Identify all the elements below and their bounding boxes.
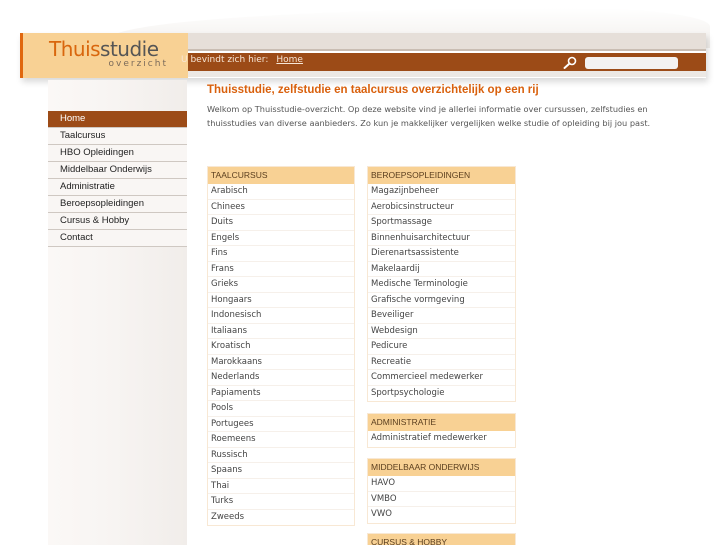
list-item[interactable]: Turks [208, 494, 354, 510]
main-content: Thuisstudie, zelfstudie en taalcursus ov… [207, 84, 677, 130]
intro-text: Welkom op Thuisstudie-overzicht. Op deze… [207, 104, 651, 128]
logo-subtitle: overzicht [108, 59, 168, 69]
list-item[interactable]: Dierenartsassistente [368, 246, 515, 262]
list-item[interactable]: VMBO [368, 492, 515, 507]
list-item[interactable]: Chinees [208, 200, 354, 215]
list-item[interactable]: Hongaars [208, 293, 354, 308]
page-title: Thuisstudie, zelfstudie en taalcursus ov… [207, 84, 539, 96]
sidebar-item-administratie[interactable]: Administratie [48, 179, 187, 196]
page: Thuisstudie overzicht U bevindt zich hie… [0, 0, 727, 545]
list-item[interactable]: Webdesign [368, 324, 515, 339]
list-item[interactable]: Nederlands [208, 370, 354, 386]
sidebar-nav: Home Taalcursus HBO Opleidingen Middelba… [48, 111, 187, 247]
table-middelbaar-onderwijs: MIDDELBAAR ONDERWIJS HAVO VMBO VWO [367, 458, 516, 524]
breadcrumb: U bevindt zich hier: Home [181, 55, 303, 65]
table-cursus-hobby: CURSUS & HOBBY [367, 533, 516, 545]
list-item[interactable]: Kroatisch [208, 339, 354, 355]
logo-part1: Thuis [49, 37, 101, 61]
list-item[interactable]: Fins [208, 246, 354, 262]
table-beroepsopleidingen: BEROEPSOPLEIDINGEN Magazijnbeheer Aerobics… [367, 166, 516, 402]
list-item[interactable]: Pools [208, 401, 354, 417]
list-item[interactable]: Pedicure [368, 339, 515, 355]
list-item[interactable]: Portugees [208, 417, 354, 432]
sidebar-item-taalcursus[interactable]: Taalcursus [48, 128, 187, 145]
list-item[interactable]: Frans [208, 262, 354, 277]
sidebar-item-middelbaar-onderwijs[interactable]: Middelbaar Onderwijs [48, 162, 187, 179]
list-item[interactable]: Medische Terminologie [368, 277, 515, 293]
list-item[interactable]: Grieks [208, 277, 354, 293]
sidebar-item-home[interactable]: Home [48, 111, 187, 128]
list-item[interactable]: Spaans [208, 463, 354, 479]
list-item[interactable]: Administratief medewerker [368, 431, 515, 447]
sidebar-item-hbo-opleidingen[interactable]: HBO Opleidingen [48, 145, 187, 162]
site-logo[interactable]: Thuisstudie overzicht [20, 33, 188, 78]
breadcrumb-label: U bevindt zich hier: [181, 55, 269, 65]
list-item[interactable]: VWO [368, 507, 515, 523]
sidebar-item-contact[interactable]: Contact [48, 230, 187, 247]
list-item[interactable]: Makelaardij [368, 262, 515, 277]
list-item[interactable]: Binnenhuisarchitectuur [368, 231, 515, 246]
list-item[interactable]: Aerobicsinstructeur [368, 200, 515, 215]
table-header: MIDDELBAAR ONDERWIJS [368, 459, 515, 476]
table-header: BEROEPSOPLEIDINGEN [368, 167, 515, 184]
sidebar-item-beroepsopleidingen[interactable]: Beroepsopleidingen [48, 196, 187, 213]
list-item[interactable]: HAVO [368, 476, 515, 492]
list-item[interactable]: Sportmassage [368, 215, 515, 231]
list-item[interactable]: Commercieel medewerker [368, 370, 515, 386]
list-item[interactable]: Arabisch [208, 184, 354, 200]
breadcrumb-home-link[interactable]: Home [276, 55, 303, 65]
list-item[interactable]: Duits [208, 215, 354, 231]
list-item[interactable]: Papiaments [208, 386, 354, 401]
list-item[interactable]: Marokkaans [208, 355, 354, 370]
sidebar-item-cursus-hobby[interactable]: Cursus & Hobby [48, 213, 187, 230]
logo-part2: studie [100, 37, 159, 61]
list-item[interactable]: Recreatie [368, 355, 515, 370]
list-item[interactable]: Grafische vormgeving [368, 293, 515, 308]
header-bar: Thuisstudie overzicht [20, 33, 706, 78]
list-item[interactable]: Magazijnbeheer [368, 184, 515, 200]
list-item[interactable]: Engels [208, 231, 354, 246]
table-header: CURSUS & HOBBY [368, 534, 515, 545]
list-item[interactable]: Beveiliger [368, 308, 515, 324]
list-item[interactable]: Russisch [208, 448, 354, 463]
list-item[interactable]: Italiaans [208, 324, 354, 339]
list-item[interactable]: Sportpsychologie [368, 386, 515, 402]
table-header: TAALCURSUS [208, 167, 354, 184]
search-icon[interactable] [562, 56, 578, 70]
list-item[interactable]: Zweeds [208, 510, 354, 526]
search-input[interactable] [585, 57, 678, 69]
table-taalcursus: TAALCURSUS Arabisch Chinees Duits Engels Fins… [207, 166, 355, 526]
list-item[interactable]: Roemeens [208, 432, 354, 448]
list-item[interactable]: Indonesisch [208, 308, 354, 324]
table-header: ADMINISTRATIE [368, 414, 515, 431]
list-item[interactable]: Thai [208, 479, 354, 494]
table-administratie: ADMINISTRATIE Administratief medewerker [367, 413, 516, 448]
